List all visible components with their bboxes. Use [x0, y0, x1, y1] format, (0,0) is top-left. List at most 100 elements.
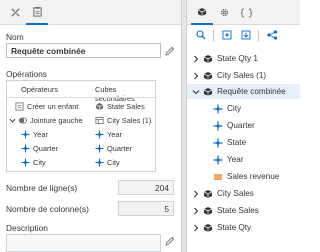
cube-icon: [203, 71, 213, 80]
edit-description-icon[interactable]: [165, 236, 175, 246]
cube-icon: [203, 54, 213, 63]
operations-label: Opérations: [6, 69, 47, 79]
description-field[interactable]: [6, 234, 161, 252]
rows-count-label: Nombre de ligne(s): [6, 183, 78, 193]
data-tabbar: [187, 0, 300, 25]
op-label: Year: [33, 129, 48, 139]
add-data-button[interactable]: [220, 28, 234, 42]
properties-tabbar: [0, 0, 181, 25]
dimension-icon: [95, 129, 104, 139]
properties-panel: Nom Requête combinée Opérations Opérateu…: [0, 0, 181, 252]
op-row-create-child[interactable]: Créer un enfant: [15, 100, 78, 112]
tree-item-label: Requête combinée: [217, 87, 286, 96]
cube-label: Quarter: [107, 143, 133, 153]
tree-item-label: City Sales (1): [217, 71, 267, 80]
op-row-year[interactable]: Year: [21, 128, 48, 140]
dimension-icon: [213, 138, 223, 147]
tree-child-item[interactable]: City: [187, 101, 300, 116]
tree-item[interactable]: State Qty: [187, 220, 300, 235]
cube-icon: [95, 102, 104, 110]
tree-item-label: State: [227, 138, 247, 147]
op-label: Quarter: [33, 143, 59, 153]
tools-icon: [10, 8, 20, 17]
import-icon: [241, 30, 251, 40]
cube-label: Year: [107, 129, 122, 139]
toolbar-separator: [213, 30, 214, 41]
toolbar-separator: [258, 30, 259, 41]
hierarchy-button[interactable]: [265, 28, 279, 42]
cube-row-state-sales[interactable]: State Sales: [95, 100, 145, 112]
description-label: Description: [6, 223, 48, 233]
cols-count-field: 5: [118, 201, 174, 216]
dimension-icon: [95, 157, 104, 167]
tree-item-label: Sales revenue: [227, 172, 280, 181]
tab-script[interactable]: [235, 0, 257, 25]
dimension-icon: [213, 121, 223, 130]
tree-item[interactable]: City Sales (1): [187, 68, 300, 83]
cube-row-city-sales[interactable]: City Sales (1): [95, 114, 151, 126]
tree-child-item[interactable]: Year: [187, 152, 300, 167]
left-join-icon: [18, 116, 27, 124]
op-label: Jointure gauche: [30, 115, 83, 125]
clipboard-icon: [32, 6, 42, 17]
cube-row-quarter[interactable]: Quarter: [95, 142, 132, 154]
tree-item-label: State Qty: [217, 223, 252, 232]
cube-icon: [203, 206, 213, 215]
data-panel: State Qty 1 City Sales (1) Requête combiné…: [187, 0, 300, 252]
hierarchy-icon: [266, 30, 277, 40]
tree-item-label: State Sales: [217, 206, 259, 215]
name-label: Nom: [6, 32, 24, 42]
tree-child-item[interactable]: Sales revenue: [187, 169, 300, 184]
chevron-right-icon[interactable]: [192, 224, 200, 232]
measure-icon: [214, 173, 222, 180]
tree-item[interactable]: State Qty 1: [187, 51, 300, 66]
add-data-icon: [222, 30, 232, 40]
tab-data[interactable]: [191, 0, 213, 25]
tree-item-label: City: [227, 104, 242, 113]
edit-name-icon[interactable]: [165, 46, 175, 56]
search-icon: [196, 30, 206, 40]
chevron-down-icon[interactable]: [9, 117, 16, 124]
op-row-city[interactable]: City: [21, 156, 46, 168]
chevron-down-icon[interactable]: [192, 88, 200, 96]
cube-row-city[interactable]: City: [95, 156, 120, 168]
dimension-icon: [21, 143, 30, 153]
chevron-right-icon[interactable]: [192, 72, 200, 80]
chevron-right-icon[interactable]: [192, 55, 200, 63]
operations-table: Opérateurs Cubes secondaires Créer un en…: [6, 80, 156, 172]
import-button[interactable]: [239, 28, 253, 42]
search-button[interactable]: [194, 28, 208, 42]
tab-settings[interactable]: [213, 0, 235, 25]
col-operators-header: Opérateurs: [21, 85, 58, 94]
name-value: Requête combinée: [11, 46, 86, 56]
cols-count-label: Nombre de colonne(s): [6, 204, 89, 214]
tree-item[interactable]: City Sales: [187, 186, 300, 201]
rows-count-field: 204: [118, 180, 174, 195]
cube-icon: [203, 189, 213, 198]
braces-icon: [240, 8, 252, 17]
tree-item[interactable]: State Sales: [187, 203, 300, 218]
op-row-quarter[interactable]: Quarter: [21, 142, 58, 154]
tree-item[interactable]: Requête combinée: [187, 84, 300, 99]
cube-icon: [203, 87, 213, 96]
header-divider: [7, 97, 155, 98]
tab-tools[interactable]: [4, 0, 26, 25]
name-field[interactable]: Requête combinée: [6, 43, 161, 58]
tree-item-label: Quarter: [227, 121, 255, 130]
create-child-icon: [15, 101, 24, 111]
op-row-left-join[interactable]: Jointure gauche: [9, 114, 83, 126]
dimension-icon: [95, 143, 104, 153]
dimension-icon: [213, 104, 223, 113]
cube-icon: [197, 7, 207, 16]
cube-icon: [203, 223, 213, 232]
chevron-right-icon[interactable]: [192, 190, 200, 198]
data-toolbar: [187, 28, 300, 44]
tree-item-label: Year: [227, 155, 244, 164]
chevron-right-icon[interactable]: [192, 207, 200, 215]
tree-child-item[interactable]: Quarter: [187, 118, 300, 133]
cube-row-year[interactable]: Year: [95, 128, 122, 140]
tab-properties[interactable]: [26, 0, 48, 25]
tree-child-item[interactable]: State: [187, 135, 300, 150]
cube-label: City Sales (1): [107, 115, 152, 125]
cube-label: City: [107, 157, 120, 167]
